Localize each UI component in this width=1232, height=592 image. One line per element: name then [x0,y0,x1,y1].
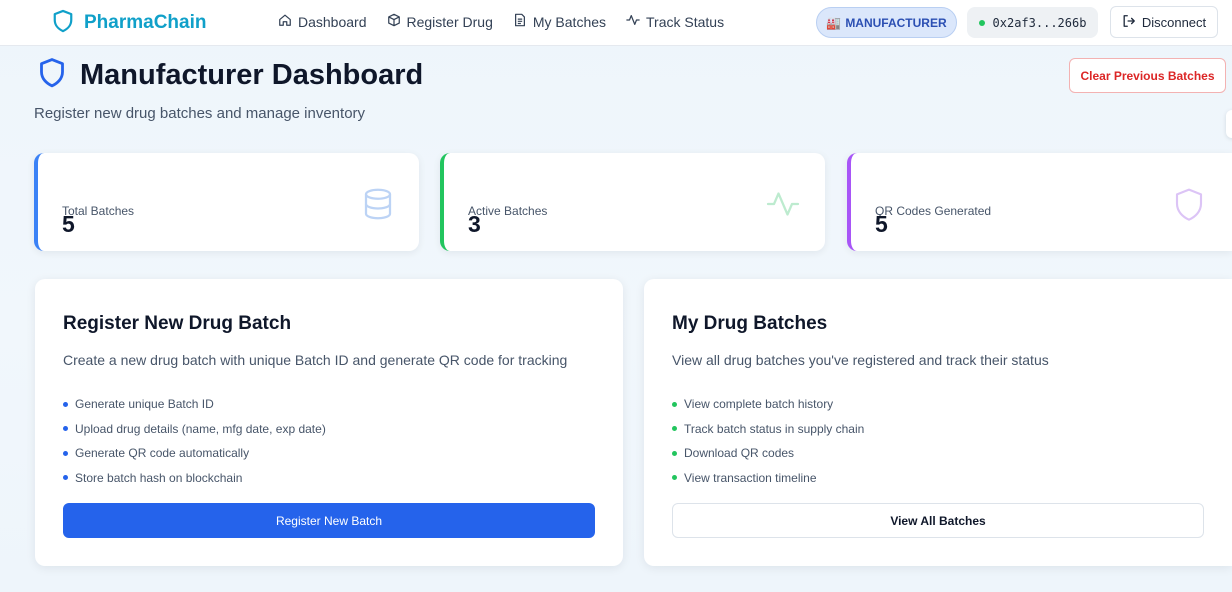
nav-item-label: Dashboard [298,13,367,30]
feature-list: View complete batch history Track batch … [672,392,864,490]
list-item: Upload drug details (name, mfg date, exp… [63,417,326,442]
feature-list: Generate unique Batch ID Upload drug det… [63,392,326,490]
connection-status-dot-icon [978,19,985,26]
main-nav: Dashboard Register Drug My Batches Track… [278,13,724,30]
wallet-address: 0x2af3...266b [967,7,1098,38]
card-title: Register New Drug Batch [63,313,292,334]
bullet-icon [63,475,68,481]
package-icon [387,13,401,30]
stat-card-total-batches: Total Batches 5 [34,153,419,251]
disconnect-button[interactable]: Disconnect [1110,6,1218,38]
bullet-icon [63,426,68,432]
bullet-icon [672,475,677,481]
page-header: Manufacturer Dashboard [38,57,423,94]
scroll-handle[interactable] [1226,110,1232,138]
activity-icon [764,186,802,227]
nav-item-my-batches[interactable]: My Batches [513,13,606,30]
activity-icon [626,13,640,30]
document-icon [513,13,527,30]
nav-item-dashboard[interactable]: Dashboard [278,13,367,30]
shield-logo-icon [52,9,74,38]
nav-item-label: My Batches [532,13,607,30]
clear-previous-batches-button[interactable]: Clear Previous Batches [1069,58,1226,93]
nav-item-label: Register Drug [406,13,493,30]
list-item: Generate QR code automatically [63,441,326,466]
stat-value: 5 [62,211,75,237]
feature-text: Generate QR code automatically [75,446,250,461]
feature-text: Store batch hash on blockchain [75,470,243,485]
list-item: Track batch status in supply chain [672,417,864,442]
wallet-address-text: 0x2af3...266b [992,15,1087,30]
bullet-icon [672,450,677,456]
nav-item-register-drug[interactable]: Register Drug [387,13,493,30]
stat-value: 5 [875,211,888,237]
logout-icon [1122,14,1136,31]
list-item: Generate unique Batch ID [63,392,326,417]
stat-value: 3 [468,211,481,237]
bullet-icon [672,426,677,432]
list-item: Download QR codes [672,441,864,466]
home-icon [278,13,292,30]
register-batch-card: Register New Drug Batch Create a new dru… [35,279,623,566]
bullet-icon [63,401,68,407]
nav-item-label: Track Status [646,13,725,30]
feature-text: Upload drug details (name, mfg date, exp… [75,421,326,436]
role-label: MANUFACTURER [845,15,947,30]
view-all-batches-button[interactable]: View All Batches [672,503,1204,538]
list-item: View transaction timeline [672,466,864,491]
card-description: View all drug batches you've registered … [672,352,1049,368]
top-navbar: PharmaChain Dashboard Register Drug My B… [0,0,1232,46]
bullet-icon [63,450,68,456]
brand[interactable]: PharmaChain [52,9,206,37]
register-new-batch-button[interactable]: Register New Batch [63,503,595,538]
disconnect-label: Disconnect [1141,14,1207,30]
feature-text: Download QR codes [684,446,795,461]
shield-icon [38,57,66,94]
page-subtitle: Register new drug batches and manage inv… [34,105,366,122]
shield-icon [1173,186,1205,229]
stat-label: QR Codes Generated [875,204,992,218]
feature-text: Track batch status in supply chain [684,421,865,436]
card-title: My Drug Batches [672,313,828,334]
factory-icon: 🏭 [826,15,842,30]
feature-text: Generate unique Batch ID [75,397,214,412]
feature-text: View transaction timeline [684,470,817,485]
feature-text: View complete batch history [684,397,834,412]
stat-card-qr-codes-generated: QR Codes Generated 5 [847,153,1232,251]
card-description: Create a new drug batch with unique Batc… [63,352,568,368]
stat-card-active-batches: Active Batches 3 [440,153,825,251]
role-badge: 🏭 MANUFACTURER [816,7,957,38]
list-item: Store batch hash on blockchain [63,466,326,491]
bullet-icon [672,401,677,407]
list-item: View complete batch history [672,392,864,417]
brand-name: PharmaChain [84,12,207,33]
database-icon [360,186,396,227]
my-batches-card: My Drug Batches View all drug batches yo… [644,279,1232,566]
page-title: Manufacturer Dashboard [80,59,424,91]
nav-item-track-status[interactable]: Track Status [626,13,724,30]
